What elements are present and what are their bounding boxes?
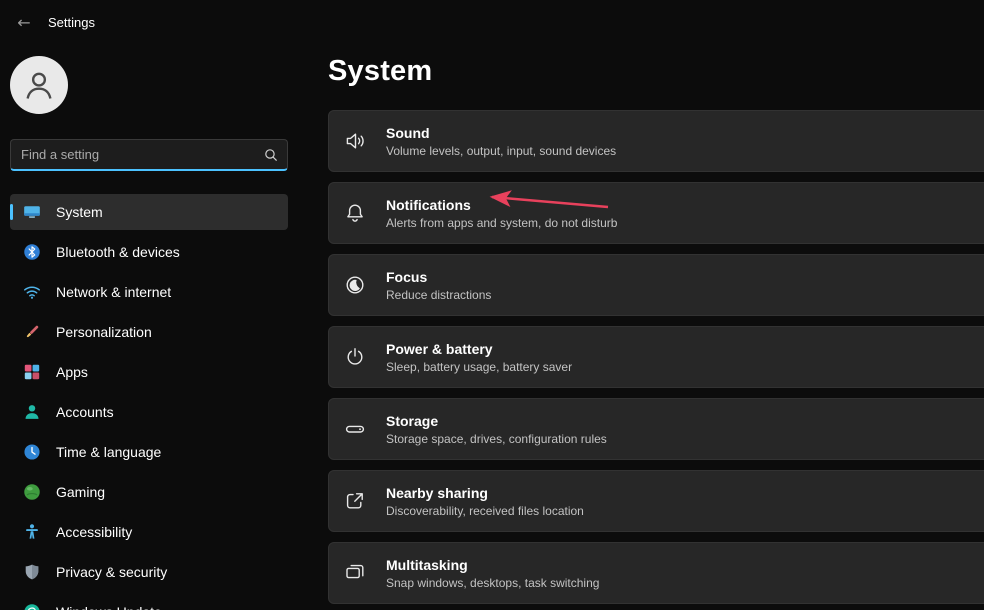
search-input[interactable]: [21, 147, 263, 162]
bluetooth-icon: [23, 243, 41, 261]
card-subtitle: Reduce distractions: [386, 287, 492, 302]
sidebar-item-windows-update[interactable]: Windows Update: [10, 594, 288, 610]
page-title: System: [328, 55, 433, 87]
notifications-icon: [343, 201, 367, 225]
card-subtitle: Sleep, battery usage, battery saver: [386, 359, 573, 374]
card-title: Sound: [386, 124, 430, 141]
sidebar-item-system[interactable]: System: [10, 194, 288, 230]
system-icon: [23, 203, 41, 221]
windows-update-icon: [23, 603, 41, 610]
sidebar-item-label: Apps: [56, 364, 88, 380]
sidebar-item-label: System: [56, 204, 103, 220]
card-title: Storage: [386, 412, 439, 429]
network-icon: [23, 283, 41, 301]
settings-window: ← Settings System Bluetooth & devices: [0, 0, 984, 610]
card-focus[interactable]: Focus Reduce distractions: [328, 254, 984, 316]
card-subtitle: Alerts from apps and system, do not dist…: [386, 215, 618, 230]
sidebar-item-gaming[interactable]: Gaming: [10, 474, 288, 510]
titlebar: ← Settings: [0, 0, 95, 44]
sidebar-item-accounts[interactable]: Accounts: [10, 394, 288, 430]
card-notifications[interactable]: Notifications Alerts from apps and syste…: [328, 182, 984, 244]
card-power-battery[interactable]: Power & battery Sleep, battery usage, ba…: [328, 326, 984, 388]
card-subtitle: Storage space, drives, configuration rul…: [386, 431, 607, 446]
sidebar-item-label: Gaming: [56, 484, 106, 500]
focus-icon: [343, 273, 367, 297]
sidebar-item-bluetooth-devices[interactable]: Bluetooth & devices: [10, 234, 288, 270]
card-multitasking[interactable]: Multitasking Snap windows, desktops, tas…: [328, 542, 984, 604]
nearby-sharing-icon: [343, 489, 367, 513]
sidebar-item-accessibility[interactable]: Accessibility: [10, 514, 288, 550]
accounts-icon: [23, 403, 41, 421]
card-subtitle: Volume levels, output, input, sound devi…: [386, 143, 617, 158]
storage-icon: [343, 417, 367, 441]
gaming-icon: [23, 483, 41, 501]
sidebar-item-label: Privacy & security: [56, 564, 168, 580]
window-title: Settings: [48, 14, 95, 30]
avatar[interactable]: [10, 56, 68, 114]
sidebar-item-label: Accessibility: [56, 524, 133, 540]
sidebar-item-label: Accounts: [56, 404, 114, 420]
sidebar-item-apps[interactable]: Apps: [10, 354, 288, 390]
card-subtitle: Snap windows, desktops, task switching: [386, 575, 600, 590]
privacy-security-icon: [23, 563, 41, 581]
person-icon: [26, 72, 52, 99]
sidebar-item-label: Windows Update: [56, 604, 162, 610]
sound-icon: [343, 129, 367, 153]
search-icon[interactable]: [263, 147, 279, 163]
apps-icon: [23, 363, 41, 381]
sidebar-item-network-internet[interactable]: Network & internet: [10, 274, 288, 310]
card-title: Notifications: [386, 196, 471, 213]
sidebar-item-label: Network & internet: [56, 284, 172, 300]
power-icon: [343, 345, 367, 369]
card-storage[interactable]: Storage Storage space, drives, configura…: [328, 398, 984, 460]
card-title: Focus: [386, 268, 428, 285]
back-button[interactable]: ←: [8, 8, 40, 36]
card-title: Power & battery: [386, 340, 493, 357]
sidebar-item-privacy-security[interactable]: Privacy & security: [10, 554, 288, 590]
card-title: Nearby sharing: [386, 484, 488, 501]
card-nearby-sharing[interactable]: Nearby sharing Discoverability, received…: [328, 470, 984, 532]
sidebar-item-label: Bluetooth & devices: [56, 244, 180, 260]
card-sound[interactable]: Sound Volume levels, output, input, soun…: [328, 110, 984, 172]
sidebar-item-label: Personalization: [56, 324, 152, 340]
sidebar-item-time-language[interactable]: Time & language: [10, 434, 288, 470]
sidebar-item-personalization[interactable]: Personalization: [10, 314, 288, 350]
settings-card-list: Sound Volume levels, output, input, soun…: [328, 110, 984, 610]
personalization-icon: [23, 323, 41, 341]
multitasking-icon: [343, 561, 367, 585]
card-title: Multitasking: [386, 556, 468, 573]
sidebar-item-label: Time & language: [56, 444, 162, 460]
time-language-icon: [23, 443, 41, 461]
accessibility-icon: [23, 523, 41, 541]
search-box[interactable]: [10, 139, 288, 171]
sidebar-nav: System Bluetooth & devices Network & int…: [10, 194, 288, 610]
card-subtitle: Discoverability, received files location: [386, 503, 584, 518]
